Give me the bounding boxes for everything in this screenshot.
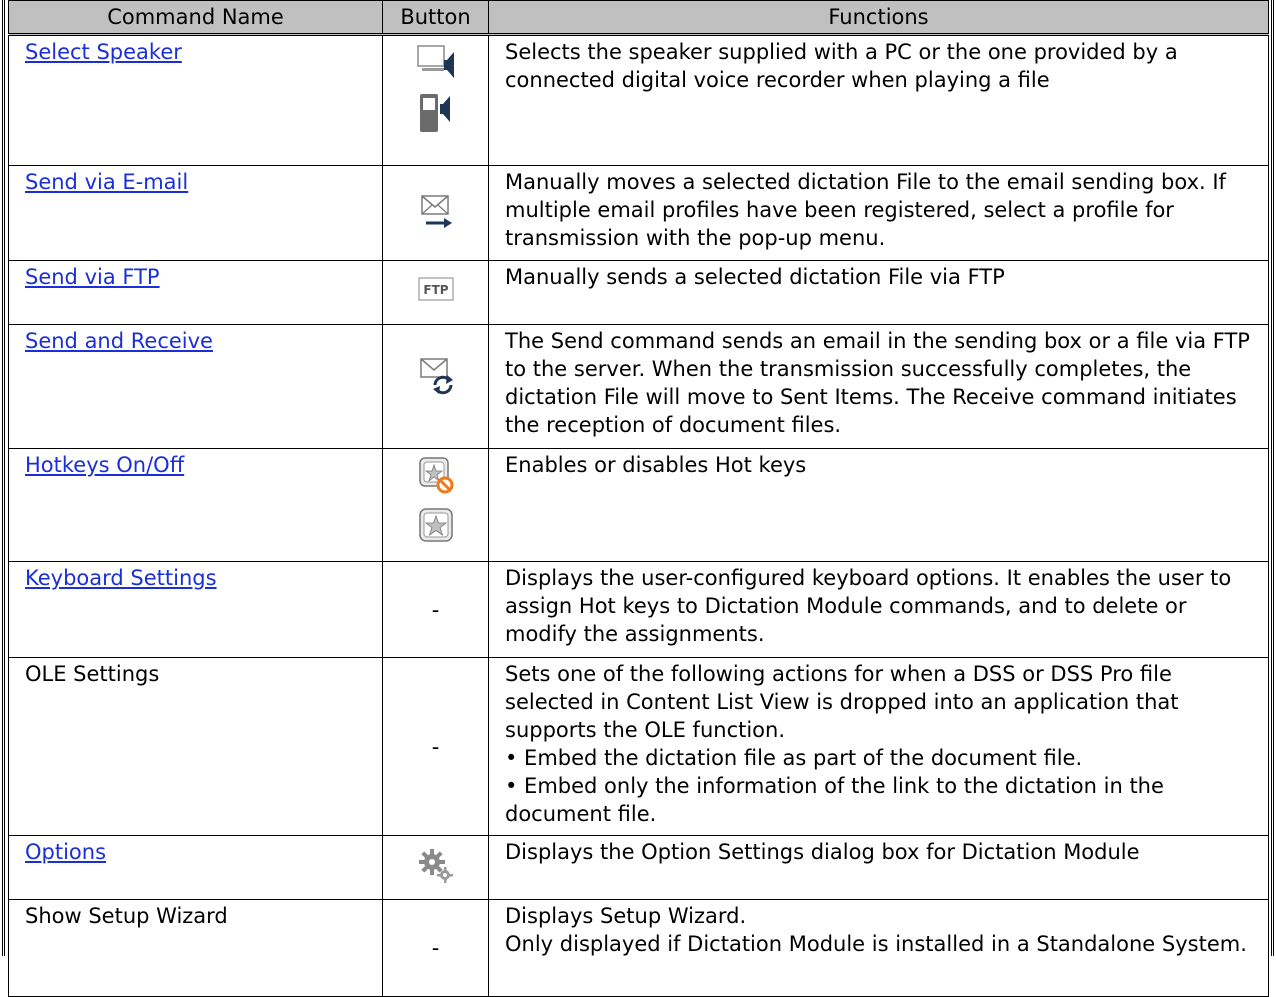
function-text: Sets one of the following actions for wh…	[505, 662, 1179, 742]
hotkeys-on-icon[interactable]	[416, 505, 456, 545]
button-cell: FTP	[382, 260, 489, 325]
ftp-icon[interactable]: FTP	[416, 275, 456, 303]
bullet-item: • Embed only the information of the link…	[505, 774, 1164, 826]
table-header-row: Command Name Button Functions	[8, 0, 1269, 36]
function-text: Displays Setup Wizard.	[505, 904, 747, 928]
table-row: Send and Receive The Send command sends …	[8, 324, 1269, 449]
command-cell: Send via E-mail	[8, 165, 383, 261]
button-cell	[382, 324, 489, 449]
button-cell	[382, 165, 489, 261]
function-cell: Manually moves a selected dictation File…	[488, 165, 1269, 261]
function-cell: Enables or disables Hot keys	[488, 448, 1269, 562]
options-link[interactable]: Options	[25, 840, 106, 864]
command-cell: OLE Settings	[8, 657, 383, 836]
table-row: Select Speaker Selects the speaker suppl…	[8, 34, 1269, 166]
button-cell: -	[382, 657, 489, 836]
command-cell: Show Setup Wizard	[8, 899, 383, 997]
command-cell: Send via FTP	[8, 260, 383, 325]
button-cell: -	[382, 561, 489, 658]
function-cell: Manually sends a selected dictation File…	[488, 260, 1269, 325]
select-speaker-link[interactable]: Select Speaker	[25, 40, 182, 64]
function-cell: Selects the speaker supplied with a PC o…	[488, 34, 1269, 166]
note-text: Only displayed if Dictation Module is in…	[505, 932, 1247, 956]
ftp-icon-label: FTP	[423, 283, 448, 297]
hotkeys-off-icon[interactable]	[416, 455, 456, 495]
table-row: Send via FTP FTP Manually sends a select…	[8, 260, 1269, 325]
send-via-email-link[interactable]: Send via E-mail	[25, 170, 188, 194]
command-cell: Keyboard Settings	[8, 561, 383, 658]
bullet-item: • Embed the dictation file as part of th…	[505, 746, 1083, 770]
command-cell: Options	[8, 835, 383, 900]
send-and-receive-link[interactable]: Send and Receive	[25, 329, 213, 353]
table-row: Hotkeys On/Off Enables or disables Hot k…	[8, 448, 1269, 562]
command-cell: Send and Receive	[8, 324, 383, 449]
header-command-name: Command Name	[8, 0, 383, 36]
ole-settings-label: OLE Settings	[25, 662, 160, 686]
button-cell	[382, 34, 489, 166]
pc-speaker-icon[interactable]	[416, 42, 456, 82]
keyboard-settings-link[interactable]: Keyboard Settings	[25, 566, 217, 590]
commands-table: Command Name Button Functions Select Spe…	[8, 0, 1269, 997]
command-cell: Hotkeys On/Off	[8, 448, 383, 562]
table-row: Show Setup Wizard - Displays Setup Wizar…	[8, 899, 1269, 997]
send-receive-icon[interactable]	[416, 355, 456, 395]
button-cell	[382, 448, 489, 562]
options-gears-icon[interactable]	[416, 846, 456, 886]
send-via-ftp-link[interactable]: Send via FTP	[25, 265, 160, 289]
function-cell: Displays the Option Settings dialog box …	[488, 835, 1269, 900]
table-row: Keyboard Settings - Displays the user-co…	[8, 561, 1269, 658]
command-cell: Select Speaker	[8, 34, 383, 166]
button-cell	[382, 835, 489, 900]
function-cell: The Send command sends an email in the s…	[488, 324, 1269, 449]
recorder-speaker-icon[interactable]	[416, 90, 456, 132]
table-row: OLE Settings - Sets one of the following…	[8, 657, 1269, 836]
button-cell: -	[382, 899, 489, 997]
email-send-icon[interactable]	[416, 192, 456, 232]
header-functions: Functions	[488, 0, 1269, 36]
function-cell: Sets one of the following actions for wh…	[488, 657, 1269, 836]
hotkeys-on-off-link[interactable]: Hotkeys On/Off	[25, 453, 184, 477]
table-row: Send via E-mail Manually moves a selecte…	[8, 165, 1269, 261]
header-button: Button	[382, 0, 489, 36]
table-row: Options Displays the Option Settings dia…	[8, 835, 1269, 900]
function-cell: Displays Setup Wizard. Only displayed if…	[488, 899, 1269, 997]
show-setup-wizard-label: Show Setup Wizard	[25, 904, 228, 928]
function-cell: Displays the user-configured keyboard op…	[488, 561, 1269, 658]
